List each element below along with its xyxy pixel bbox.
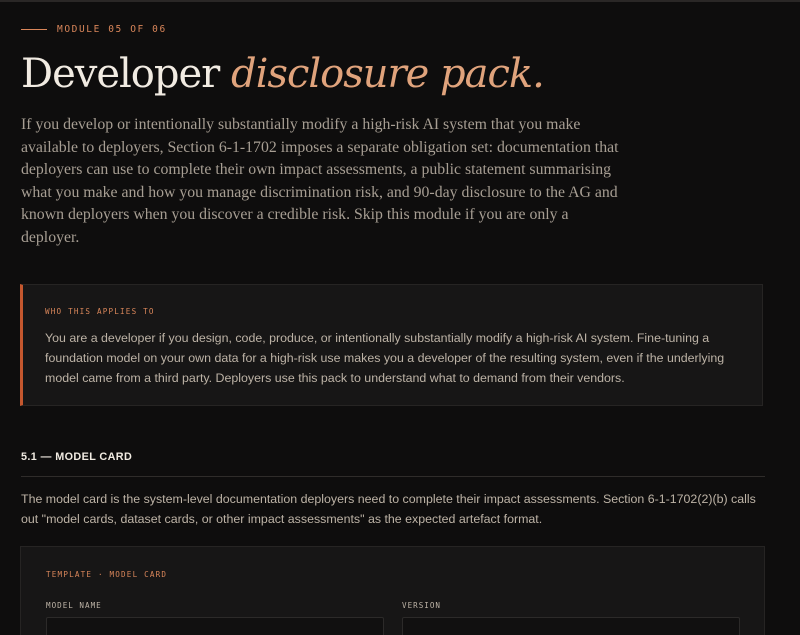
- model-name-label: MODEL NAME: [46, 601, 102, 610]
- module-progress-label: MODULE 05 OF 06: [57, 24, 167, 35]
- callout-body: You are a developer if you design, code,…: [45, 331, 725, 385]
- version-field[interactable]: [402, 617, 740, 635]
- page-title: Developer disclosure pack.: [21, 48, 545, 100]
- section-divider: [21, 476, 765, 477]
- module-eyebrow: MODULE 05 OF 06: [21, 24, 167, 35]
- model-card-template: TEMPLATE · MODEL CARD MODEL NAME VERSION: [20, 546, 765, 635]
- eyebrow-rule: [21, 29, 47, 30]
- top-divider: [0, 0, 800, 2]
- callout-label: WHO THIS APPLIES TO: [45, 307, 155, 316]
- template-label: TEMPLATE · MODEL CARD: [46, 570, 168, 579]
- title-accent: disclosure pack.: [231, 51, 545, 97]
- intro-paragraph: If you develop or intentionally substant…: [21, 116, 619, 246]
- version-label: VERSION: [402, 601, 442, 610]
- applies-to-callout: WHO THIS APPLIES TO You are a developer …: [20, 284, 763, 406]
- model-name-field[interactable]: [46, 617, 384, 635]
- section-body: The model card is the system-level docum…: [21, 492, 756, 526]
- section-title: 5.1 — MODEL CARD: [21, 451, 133, 463]
- title-plain: Developer: [21, 51, 220, 97]
